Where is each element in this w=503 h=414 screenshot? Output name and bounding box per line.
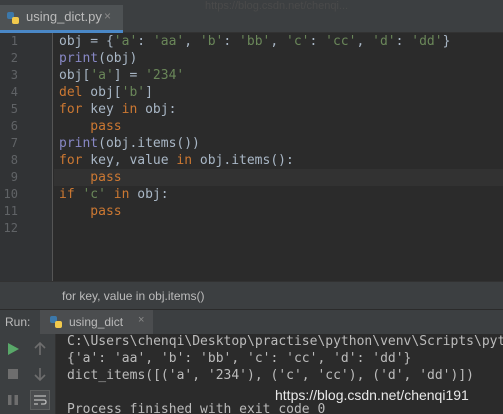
line-number: 2 (10, 51, 18, 65)
run-tab-close-icon[interactable]: × (138, 314, 144, 326)
line-number: 9 (10, 170, 18, 184)
context-hint-bar: for key, value in obj.items() (0, 281, 503, 309)
code-line-8[interactable]: for key, value in obj.items(): (59, 152, 294, 169)
run-panel-header: Run: using_dict × (0, 309, 503, 335)
line-number: 4 (10, 85, 18, 99)
line-number: 11 (3, 204, 18, 218)
code-editor[interactable]: 1 2 3 4 5 6 7 8 9 10 11 12 obj = {'a': '… (0, 33, 503, 281)
console-line: dict_items([('a', '234'), ('c', 'cc'), (… (67, 368, 474, 383)
console-line: {'a': 'aa', 'b': 'bb', 'c': 'cc', 'd': '… (67, 351, 412, 366)
code-line-4[interactable]: del obj['b'] (59, 84, 153, 101)
code-line-11[interactable]: pass (59, 203, 121, 220)
run-toolbar (0, 334, 56, 414)
console-line: C:\Users\chenqi\Desktop\practise\python\… (67, 334, 503, 349)
line-number: 8 (10, 153, 18, 167)
rerun-icon[interactable] (4, 340, 22, 358)
code-line-1[interactable]: obj = {'a': 'aa', 'b': 'bb', 'c': 'cc', … (59, 33, 450, 50)
tab-close-icon[interactable]: × (104, 9, 111, 23)
line-number: 7 (10, 136, 18, 150)
line-number-gutter: 1 2 3 4 5 6 7 8 9 10 11 12 (0, 33, 53, 281)
line-number: 12 (3, 221, 18, 235)
code-line-5[interactable]: for key in obj: (59, 101, 176, 118)
code-line-3[interactable]: obj['a'] = '234' (59, 67, 184, 84)
line-number: 10 (3, 187, 18, 201)
code-line-2[interactable]: print(obj) (59, 50, 137, 67)
code-line-6[interactable]: pass (59, 118, 121, 135)
scroll-up-icon[interactable] (31, 340, 49, 358)
code-line-9[interactable]: pass (59, 169, 121, 186)
soft-wrap-icon[interactable] (30, 390, 50, 410)
tab-using-dict-py[interactable]: using_dict.py × (0, 5, 123, 33)
line-number: 5 (10, 102, 18, 116)
run-panel-label: Run: (5, 315, 31, 329)
pause-icon[interactable] (4, 391, 22, 409)
line-number: 1 (10, 34, 18, 48)
faint-path-text: https://blog.csdn.net/chenqi... (205, 0, 349, 12)
code-line-10[interactable]: if 'c' in obj: (59, 186, 169, 203)
python-file-icon (7, 12, 19, 24)
python-run-config-icon (50, 316, 62, 328)
stop-icon[interactable] (4, 365, 22, 383)
scroll-down-icon[interactable] (31, 365, 49, 383)
context-hint-text: for key, value in obj.items() (62, 289, 205, 303)
tab-label: using_dict.py (26, 9, 102, 24)
editor-tab-bar: https://blog.csdn.net/chenqi... using_di… (0, 0, 503, 33)
run-tab-label: using_dict (69, 315, 124, 329)
run-tab-using-dict[interactable]: using_dict × (40, 310, 153, 335)
watermark-text: https://blog.csdn.net/chenqi191 (275, 387, 469, 403)
code-line-7[interactable]: print(obj.items()) (59, 135, 200, 152)
line-number: 6 (10, 119, 18, 133)
line-number: 3 (10, 68, 18, 82)
